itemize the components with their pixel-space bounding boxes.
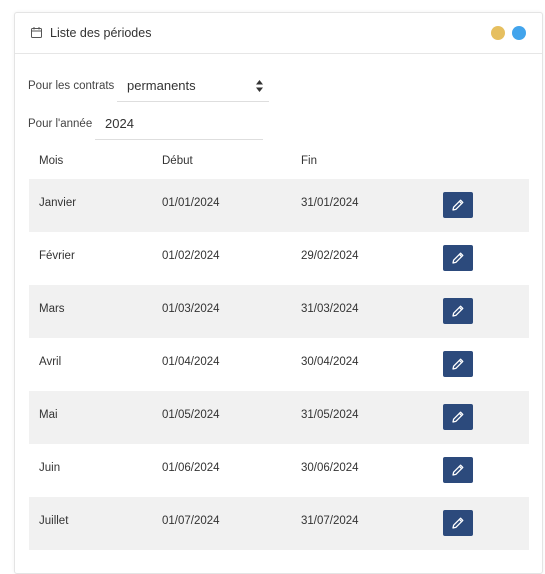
table-row: Juin 01/06/2024 30/06/2024: [29, 444, 529, 497]
table-row: Janvier 01/01/2024 31/01/2024: [29, 179, 529, 232]
yellow-status-dot[interactable]: [491, 26, 505, 40]
start-date-cell: 01/02/2024: [162, 250, 220, 262]
pencil-icon: [452, 305, 464, 317]
edit-button[interactable]: [443, 457, 473, 483]
month-cell: Mars: [39, 303, 65, 315]
pencil-icon: [452, 517, 464, 529]
column-header-start: Début: [162, 155, 193, 167]
contract-select[interactable]: permanents: [117, 73, 269, 102]
month-cell: Janvier: [39, 197, 77, 209]
year-input[interactable]: 2024: [95, 112, 263, 140]
pencil-icon: [452, 358, 464, 370]
start-date-cell: 01/03/2024: [162, 303, 220, 315]
end-date-cell: 31/05/2024: [301, 409, 359, 421]
table-row: Juillet 01/07/2024 31/07/2024: [29, 497, 529, 550]
table-row: Avril 01/04/2024 30/04/2024: [29, 338, 529, 391]
end-date-cell: 31/07/2024: [301, 515, 359, 527]
periods-card: Liste des périodes Pour les contrats per…: [14, 12, 543, 574]
month-cell: Avril: [39, 356, 62, 368]
card-header: Liste des périodes: [15, 13, 542, 54]
end-date-cell: 30/06/2024: [301, 462, 359, 474]
sort-caret-icon: [256, 80, 263, 92]
pencil-icon: [452, 252, 464, 264]
edit-button[interactable]: [443, 404, 473, 430]
end-date-cell: 29/02/2024: [301, 250, 359, 262]
start-date-cell: 01/06/2024: [162, 462, 220, 474]
pencil-icon: [452, 199, 464, 211]
month-cell: Février: [39, 250, 75, 262]
edit-button[interactable]: [443, 298, 473, 324]
contract-select-value: permanents: [127, 78, 196, 93]
end-date-cell: 30/04/2024: [301, 356, 359, 368]
month-cell: Mai: [39, 409, 58, 421]
year-input-value: 2024: [105, 116, 134, 131]
start-date-cell: 01/05/2024: [162, 409, 220, 421]
pencil-icon: [452, 464, 464, 476]
contract-label: Pour les contrats: [28, 80, 115, 92]
edit-button[interactable]: [443, 351, 473, 377]
table-row: Février 01/02/2024 29/02/2024: [29, 232, 529, 285]
start-date-cell: 01/04/2024: [162, 356, 220, 368]
edit-button[interactable]: [443, 245, 473, 271]
calendar-icon: [31, 27, 42, 38]
start-date-cell: 01/01/2024: [162, 197, 220, 209]
column-header-end: Fin: [301, 155, 317, 167]
column-header-month: Mois: [39, 155, 64, 167]
edit-button[interactable]: [443, 192, 473, 218]
card-title: Liste des périodes: [50, 26, 152, 40]
start-date-cell: 01/07/2024: [162, 515, 220, 527]
table-row: Mars 01/03/2024 31/03/2024: [29, 285, 529, 338]
month-cell: Juillet: [39, 515, 69, 527]
end-date-cell: 31/03/2024: [301, 303, 359, 315]
table-row: Mai 01/05/2024 31/05/2024: [29, 391, 529, 444]
blue-status-dot[interactable]: [512, 26, 526, 40]
month-cell: Juin: [39, 462, 61, 474]
edit-button[interactable]: [443, 510, 473, 536]
end-date-cell: 31/01/2024: [301, 197, 359, 209]
pencil-icon: [452, 411, 464, 423]
year-label: Pour l'année: [28, 118, 93, 130]
